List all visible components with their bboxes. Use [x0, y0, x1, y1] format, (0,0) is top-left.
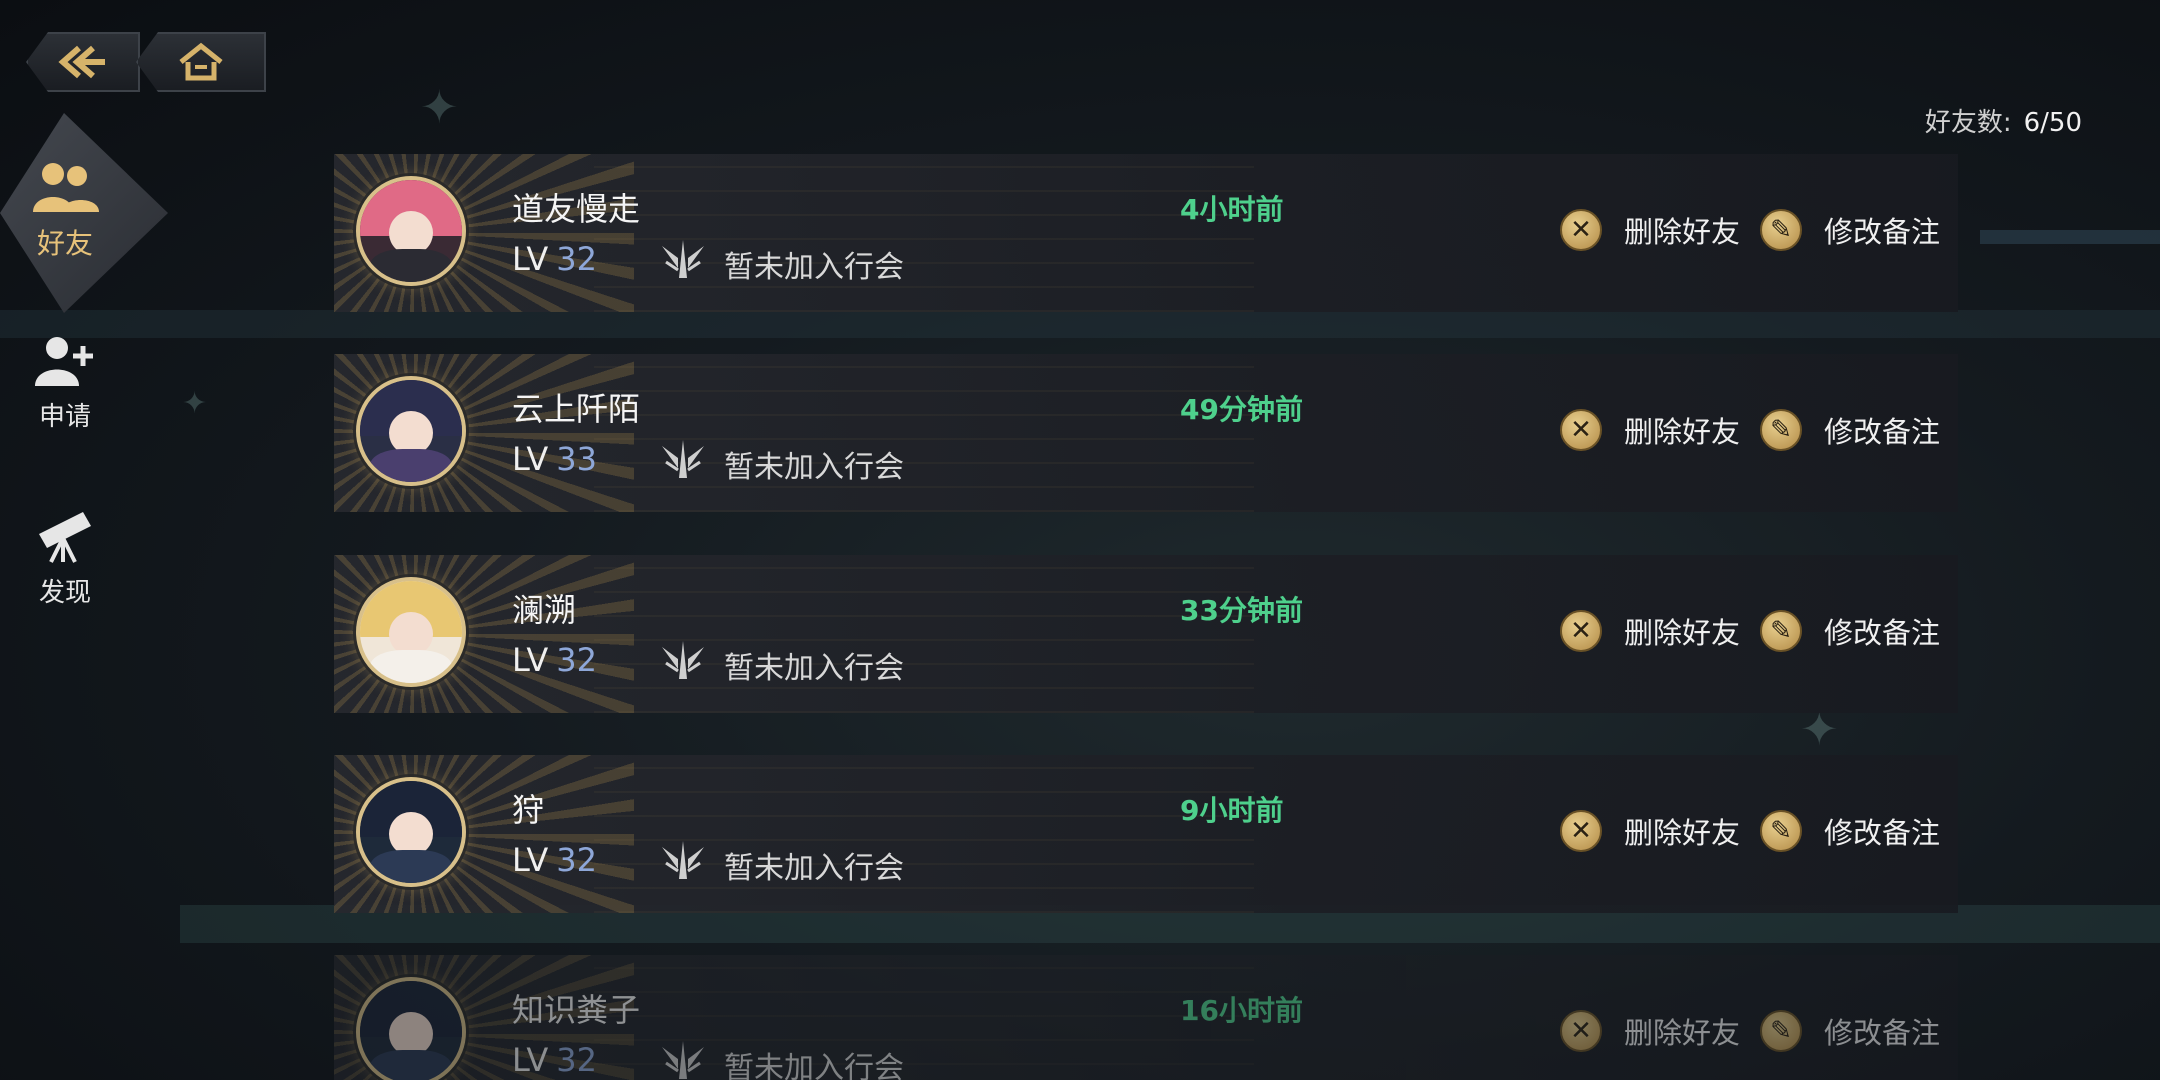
guild-status: 暂未加入行会: [724, 651, 904, 686]
edit-remark-button[interactable]: ✎ 修改备注: [1760, 1005, 1940, 1057]
edit-remark-button[interactable]: ✎ 修改备注: [1760, 404, 1940, 456]
feather-icon: ✎: [1760, 610, 1802, 652]
level-number: 32: [556, 240, 597, 278]
sidebar-item-label: 好友: [36, 227, 93, 260]
friends-icon: [33, 163, 99, 212]
avatar[interactable]: [356, 977, 466, 1080]
delete-friend-label: 删除好友: [1624, 1016, 1741, 1050]
avatar[interactable]: [356, 376, 466, 486]
edit-remark-label: 修改备注: [1824, 816, 1941, 850]
level-number: 33: [556, 440, 597, 478]
close-icon: ✕: [1560, 1010, 1602, 1052]
guild-icon: [662, 440, 704, 478]
friend-level: LV 32: [512, 1041, 597, 1079]
friend-name: 狩: [512, 791, 545, 829]
delete-friend-button[interactable]: ✕ 删除好友: [1560, 805, 1740, 857]
friend-name: 澜溯: [512, 591, 577, 629]
level-number: 32: [556, 641, 597, 679]
friend-count-label: 好友数:: [1924, 108, 2012, 138]
level-number: 32: [556, 1041, 597, 1079]
last-online: 16小时前: [1180, 994, 1303, 1027]
back-arrow-icon: [58, 45, 105, 79]
close-icon: ✕: [1560, 610, 1602, 652]
friend-card[interactable]: 道友慢走 LV 32 暂未加入行会 4小时前 ✕ 删除好友 ✎ 修改备注: [334, 154, 1958, 312]
edit-remark-label: 修改备注: [1824, 616, 1941, 650]
card-decoration: [594, 154, 1254, 312]
friend-name: 知识粪子: [512, 991, 641, 1029]
level-number: 32: [556, 841, 597, 879]
friend-card[interactable]: 知识粪子 LV 32 暂未加入行会 16小时前 ✕ 删除好友 ✎ 修改备注: [334, 955, 1958, 1080]
guild-icon: [662, 841, 704, 879]
friend-count: 好友数: 6/50: [1925, 102, 2082, 139]
delete-friend-button[interactable]: ✕ 删除好友: [1560, 404, 1740, 456]
background-band: [0, 310, 2160, 338]
avatar[interactable]: [356, 777, 466, 887]
delete-friend-label: 删除好友: [1624, 415, 1741, 449]
card-decoration: [594, 755, 1254, 913]
close-icon: ✕: [1560, 209, 1602, 251]
friend-level: LV 32: [512, 240, 597, 278]
guild-icon: [662, 240, 704, 278]
guild-status: 暂未加入行会: [724, 851, 904, 886]
edit-remark-button[interactable]: ✎ 修改备注: [1760, 204, 1940, 256]
friend-card[interactable]: 澜溯 LV 32 暂未加入行会 33分钟前 ✕ 删除好友 ✎ 修改备注: [334, 555, 1958, 713]
add-friend-icon: [35, 337, 93, 386]
friend-name: 云上阡陌: [512, 390, 641, 428]
last-online: 49分钟前: [1180, 393, 1303, 426]
friend-level: LV 32: [512, 841, 597, 879]
card-decoration: [594, 555, 1254, 713]
sparkle-decoration: ✦: [420, 80, 459, 134]
delete-friend-button[interactable]: ✕ 删除好友: [1560, 605, 1740, 657]
close-icon: ✕: [1560, 810, 1602, 852]
guild-status: 暂未加入行会: [724, 250, 904, 285]
back-button[interactable]: [26, 32, 140, 92]
delete-friend-label: 删除好友: [1624, 616, 1741, 650]
sidebar-item-label: 申请: [38, 402, 91, 432]
guild-icon: [662, 641, 704, 679]
close-icon: ✕: [1560, 409, 1602, 451]
sidebar-item-label: 发现: [38, 578, 91, 608]
last-online: 4小时前: [1180, 193, 1284, 226]
feather-icon: ✎: [1760, 810, 1802, 852]
delete-friend-label: 删除好友: [1624, 816, 1741, 850]
edit-remark-label: 修改备注: [1824, 415, 1941, 449]
level-prefix: LV: [512, 841, 549, 879]
avatar[interactable]: [356, 176, 466, 286]
friend-card[interactable]: 云上阡陌 LV 33 暂未加入行会 49分钟前 ✕ 删除好友 ✎ 修改备注: [334, 354, 1958, 512]
last-online: 33分钟前: [1180, 594, 1303, 627]
friend-card[interactable]: 狩 LV 32 暂未加入行会 9小时前 ✕ 删除好友 ✎ 修改备注: [334, 755, 1958, 913]
guild-status: 暂未加入行会: [724, 450, 904, 485]
friend-level: LV 33: [512, 440, 597, 478]
level-prefix: LV: [512, 240, 549, 278]
edit-remark-button[interactable]: ✎ 修改备注: [1760, 805, 1940, 857]
friend-level: LV 32: [512, 641, 597, 679]
delete-friend-label: 删除好友: [1624, 215, 1741, 249]
telescope-icon: [39, 512, 91, 563]
home-icon: [179, 42, 223, 81]
sidebar-item-requests[interactable]: 申请: [0, 334, 130, 433]
friend-name: 道友慢走: [512, 190, 641, 228]
level-prefix: LV: [512, 641, 549, 679]
delete-friend-button[interactable]: ✕ 删除好友: [1560, 204, 1740, 256]
delete-friend-button[interactable]: ✕ 删除好友: [1560, 1005, 1740, 1057]
feather-icon: ✎: [1760, 409, 1802, 451]
sidebar-item-friends[interactable]: 好友: [0, 158, 130, 262]
guild-status: 暂未加入行会: [724, 1051, 904, 1080]
avatar[interactable]: [356, 577, 466, 687]
edit-remark-label: 修改备注: [1824, 1016, 1941, 1050]
sparkle-decoration: ✦: [182, 386, 208, 421]
edit-remark-label: 修改备注: [1824, 215, 1941, 249]
feather-icon: ✎: [1760, 1010, 1802, 1052]
guild-icon: [662, 1041, 704, 1079]
edit-remark-button[interactable]: ✎ 修改备注: [1760, 605, 1940, 657]
level-prefix: LV: [512, 440, 549, 478]
level-prefix: LV: [512, 1041, 549, 1079]
sidebar-item-discover[interactable]: 发现: [0, 508, 130, 609]
last-online: 9小时前: [1180, 794, 1284, 827]
background-band: [1980, 230, 2160, 244]
friend-count-value: 6/50: [2023, 108, 2082, 138]
card-decoration: [594, 354, 1254, 512]
home-button[interactable]: [136, 32, 266, 92]
feather-icon: ✎: [1760, 209, 1802, 251]
